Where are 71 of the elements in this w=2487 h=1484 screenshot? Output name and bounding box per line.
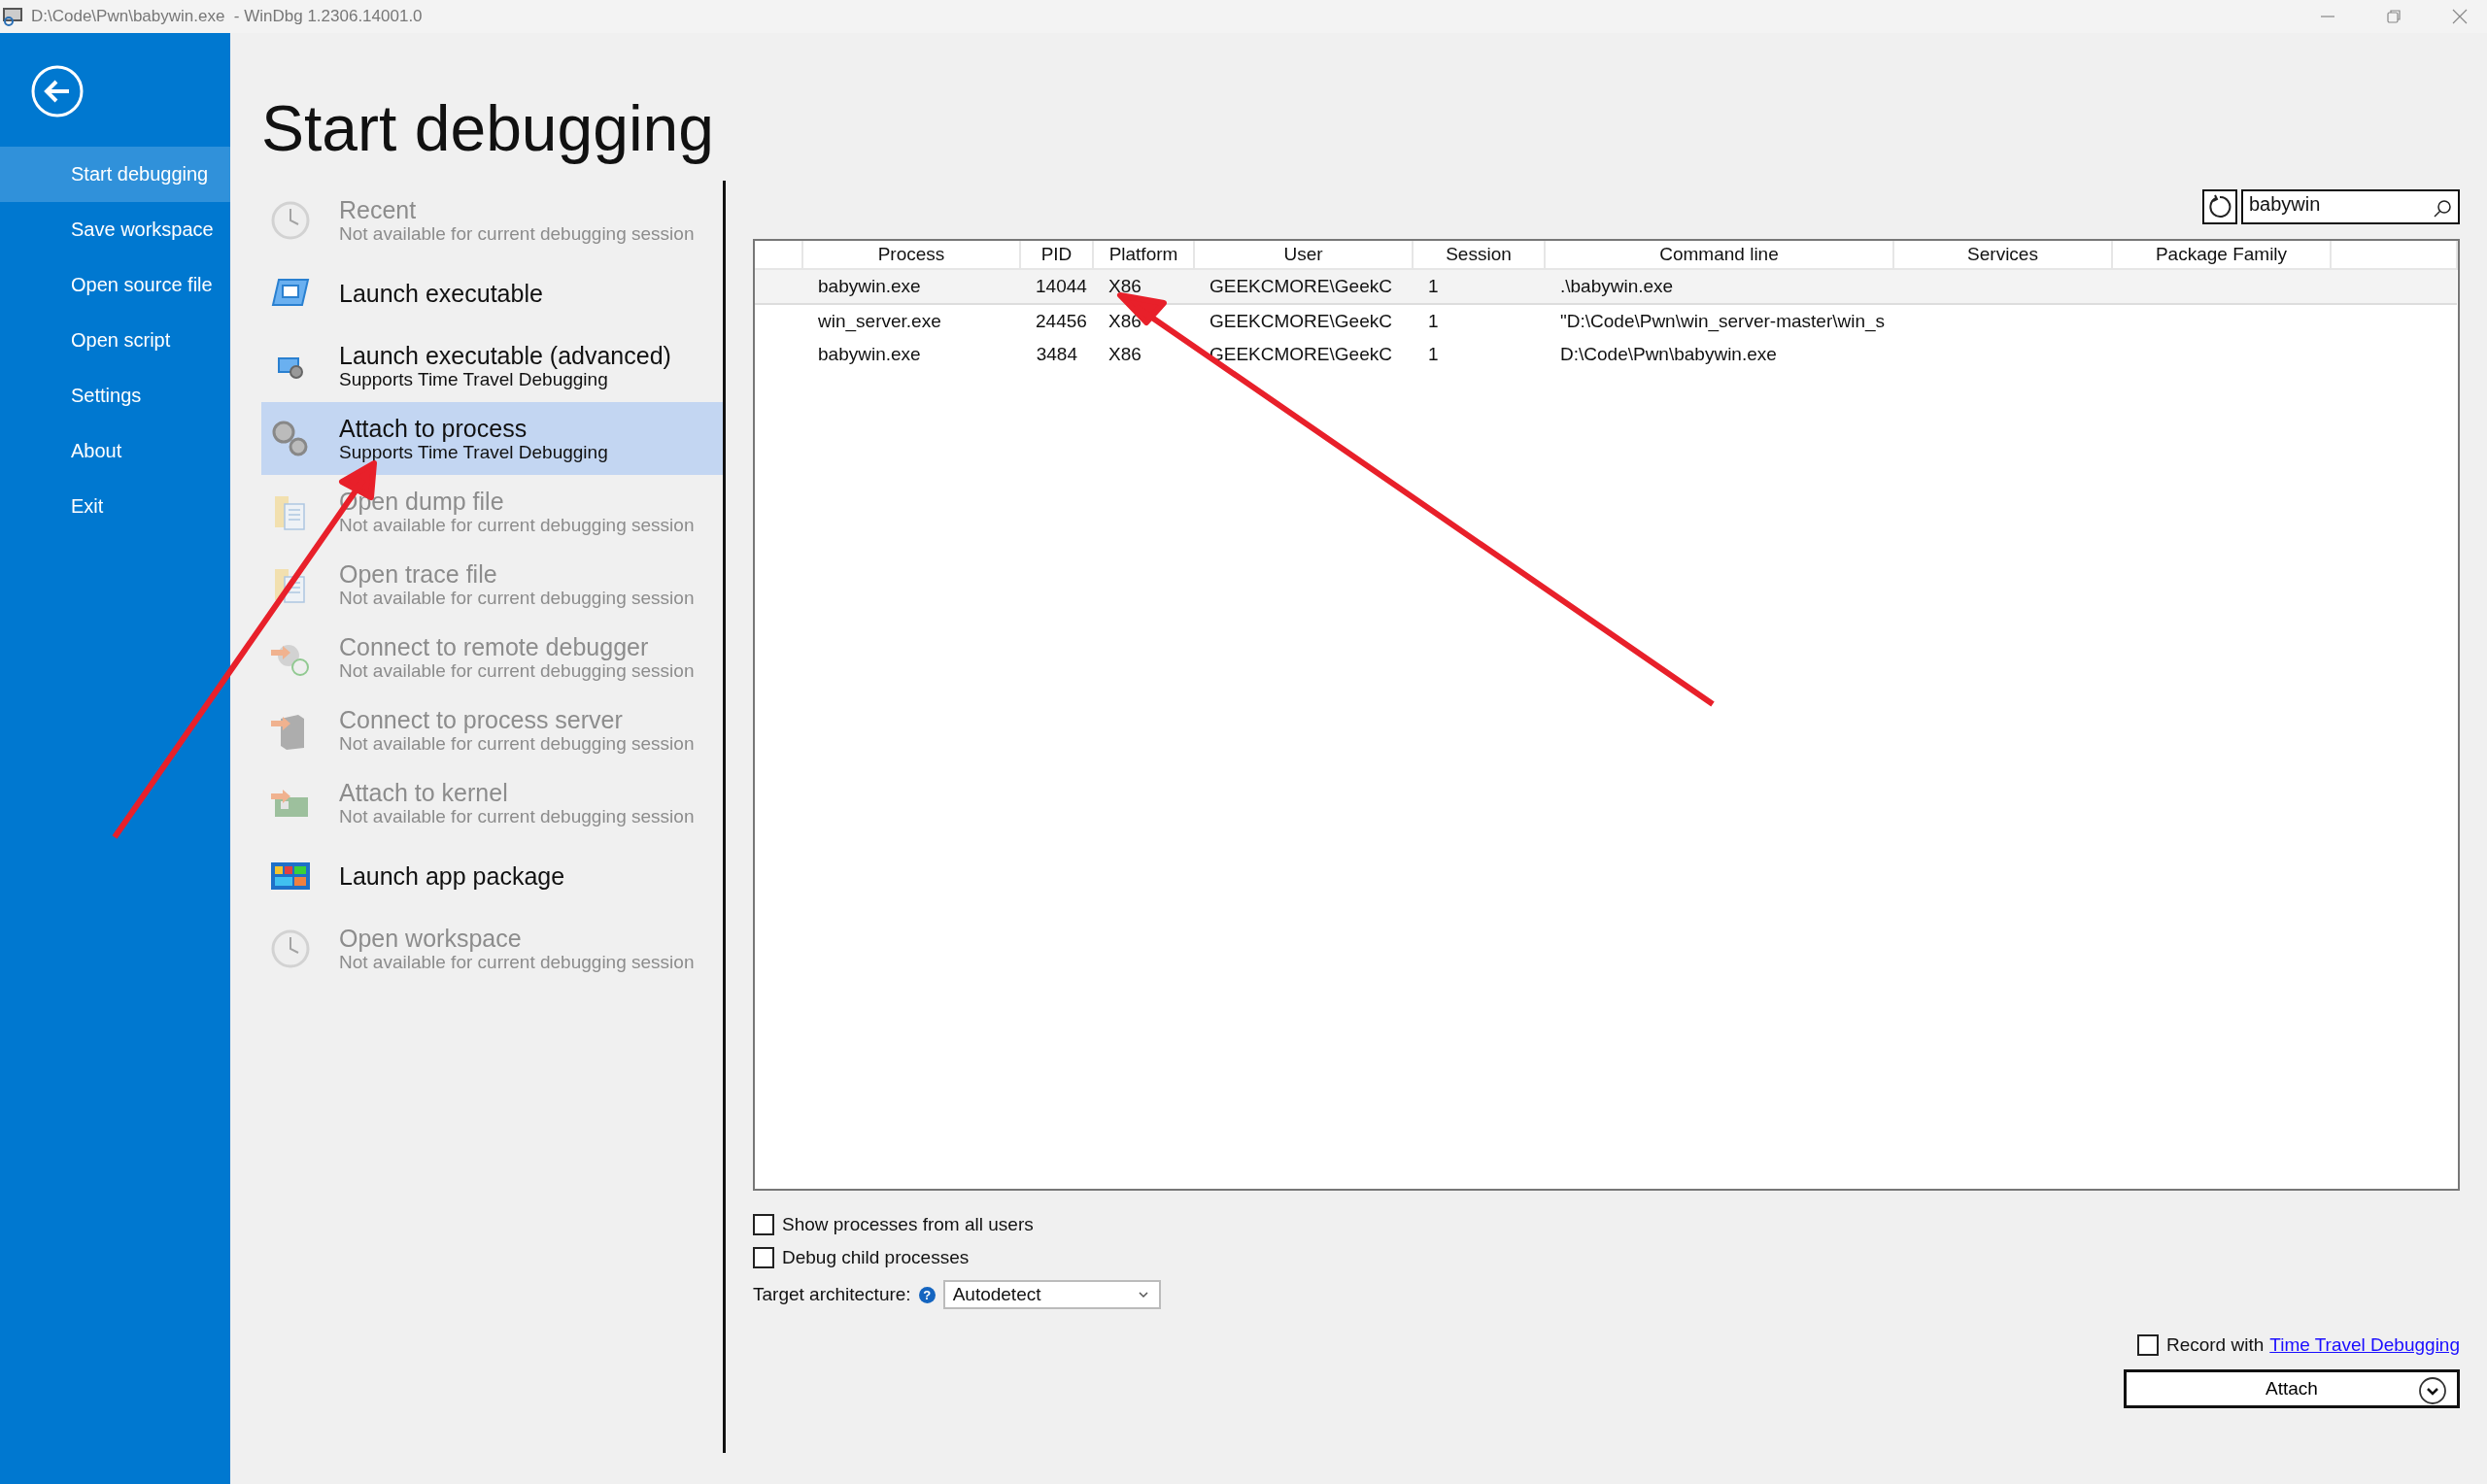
- close-icon[interactable]: [2452, 9, 2468, 24]
- table-cell: 14044: [1036, 276, 1087, 296]
- table-cell: X86: [1108, 344, 1141, 364]
- option-subtitle: Not available for current debugging session: [339, 223, 695, 244]
- table-cell: .\babywin.exe: [1560, 276, 1674, 296]
- option-title: Connect to remote debugger: [339, 633, 650, 660]
- option-title: Recent: [339, 196, 418, 223]
- option-title: Open trace file: [339, 560, 498, 588]
- time-travel-link[interactable]: Time Travel Debugging: [2269, 1334, 2460, 1356]
- search-field[interactable]: babywin: [2241, 189, 2460, 224]
- option-item[interactable]: Launch executable: [261, 256, 723, 329]
- checkbox[interactable]: [753, 1214, 774, 1235]
- app-icon: [2, 7, 23, 26]
- option-subtitle: Not available for current debugging session: [339, 952, 695, 972]
- option-subtitle: Not available for current debugging session: [339, 660, 695, 681]
- option-title: Launch executable (advanced): [339, 342, 671, 369]
- table-cell: X86: [1108, 276, 1141, 296]
- table-cell: 1: [1428, 344, 1439, 364]
- window-title: D:\Code\Pwn\babywin.exe - WinDbg 1.2306.14001.0: [31, 7, 423, 26]
- checkbox[interactable]: [2136, 1334, 2159, 1356]
- sidebar-item[interactable]: Open source file: [0, 257, 230, 313]
- architecture-dropdown[interactable]: Autodetect: [942, 1280, 1161, 1309]
- option-title: Launch executable: [339, 279, 543, 307]
- table-cell: 1: [1428, 311, 1439, 331]
- page-heading: Start debugging: [261, 91, 716, 166]
- table-cell: "D:\Code\Pwn\win_server-master\win_s: [1560, 311, 1886, 331]
- table-row[interactable]: babywin.exe 3484 X86 GEEKCMORE\GeekC 1 D:\Code\Pwn\babywin.exe: [755, 338, 2457, 371]
- option-title: Connect to process server: [339, 706, 624, 733]
- option-item[interactable]: Launch app package: [261, 839, 723, 912]
- sidebar-item[interactable]: Exit: [0, 479, 230, 534]
- option-title: Open workspace: [339, 925, 523, 952]
- checkbox-label[interactable]: Debug child processes: [782, 1247, 970, 1268]
- table-cell: babywin.exe: [818, 344, 921, 364]
- table-cell: win_server.exe: [818, 311, 941, 331]
- option-subtitle: Not available for current debugging session: [339, 806, 695, 826]
- option-title: Attach to kernel: [339, 779, 509, 806]
- table-cell: 3484: [1036, 344, 1077, 364]
- checkbox[interactable]: [753, 1247, 774, 1268]
- refresh-icon: [2207, 194, 2232, 219]
- help-icon[interactable]: ?: [918, 1286, 936, 1303]
- table-cell: GEEKCMORE\GeekC: [1209, 311, 1392, 331]
- table-cell: 24456: [1036, 311, 1087, 331]
- refresh-button[interactable]: [2202, 189, 2237, 224]
- checkbox-label[interactable]: Show processes from all users: [782, 1214, 1034, 1235]
- table-cell: babywin.exe: [818, 276, 921, 296]
- table-cell: GEEKCMORE\GeekC: [1209, 344, 1392, 364]
- option-subtitle: Not available for current debugging session: [339, 515, 695, 535]
- sidebar-item[interactable]: Save workspace: [0, 202, 230, 257]
- option-subtitle: Not available for current debugging session: [339, 733, 695, 754]
- option-subtitle: Supports Time Travel Debugging: [339, 369, 609, 389]
- table-cell: GEEKCMORE\GeekC: [1209, 276, 1392, 296]
- search-icon: [2433, 199, 2452, 219]
- option-subtitle: Supports Time Travel Debugging: [339, 442, 608, 462]
- checkbox-label[interactable]: Record with: [2165, 1334, 2265, 1356]
- table-row[interactable]: win_server.exe 24456 X86 GEEKCMORE\GeekC 1 "D:\Code\Pwn\win_server-master\win_s: [755, 304, 2457, 338]
- chevron-down-circle-icon: [2418, 1376, 2447, 1405]
- option-item[interactable]: Launch executable (advanced) Supports Time Travel Debugging: [261, 329, 723, 402]
- option-title: Launch app package: [339, 861, 565, 890]
- table-cell: D:\Code\Pwn\babywin.exe: [1560, 344, 1777, 364]
- table-row[interactable]: babywin.exe 14044 X86 GEEKCMORE\GeekC 1 .\babywin.exe: [755, 269, 2457, 304]
- sidebar-item[interactable]: Settings: [0, 368, 230, 423]
- sidebar-item[interactable]: Open script: [0, 313, 230, 368]
- attach-button[interactable]: Attach: [2124, 1369, 2460, 1408]
- option-title: Attach to process: [339, 415, 528, 442]
- option-subtitle: Not available for current debugging session: [339, 588, 695, 608]
- field-label: Target architecture:: [753, 1284, 911, 1305]
- sidebar-item[interactable]: About: [0, 423, 230, 479]
- chevron-down-icon: [1137, 1291, 1149, 1298]
- table-cell: 1: [1428, 276, 1439, 296]
- table-cell: X86: [1108, 311, 1141, 331]
- option-item[interactable]: Attach to process Supports Time Travel Debugging: [261, 402, 723, 475]
